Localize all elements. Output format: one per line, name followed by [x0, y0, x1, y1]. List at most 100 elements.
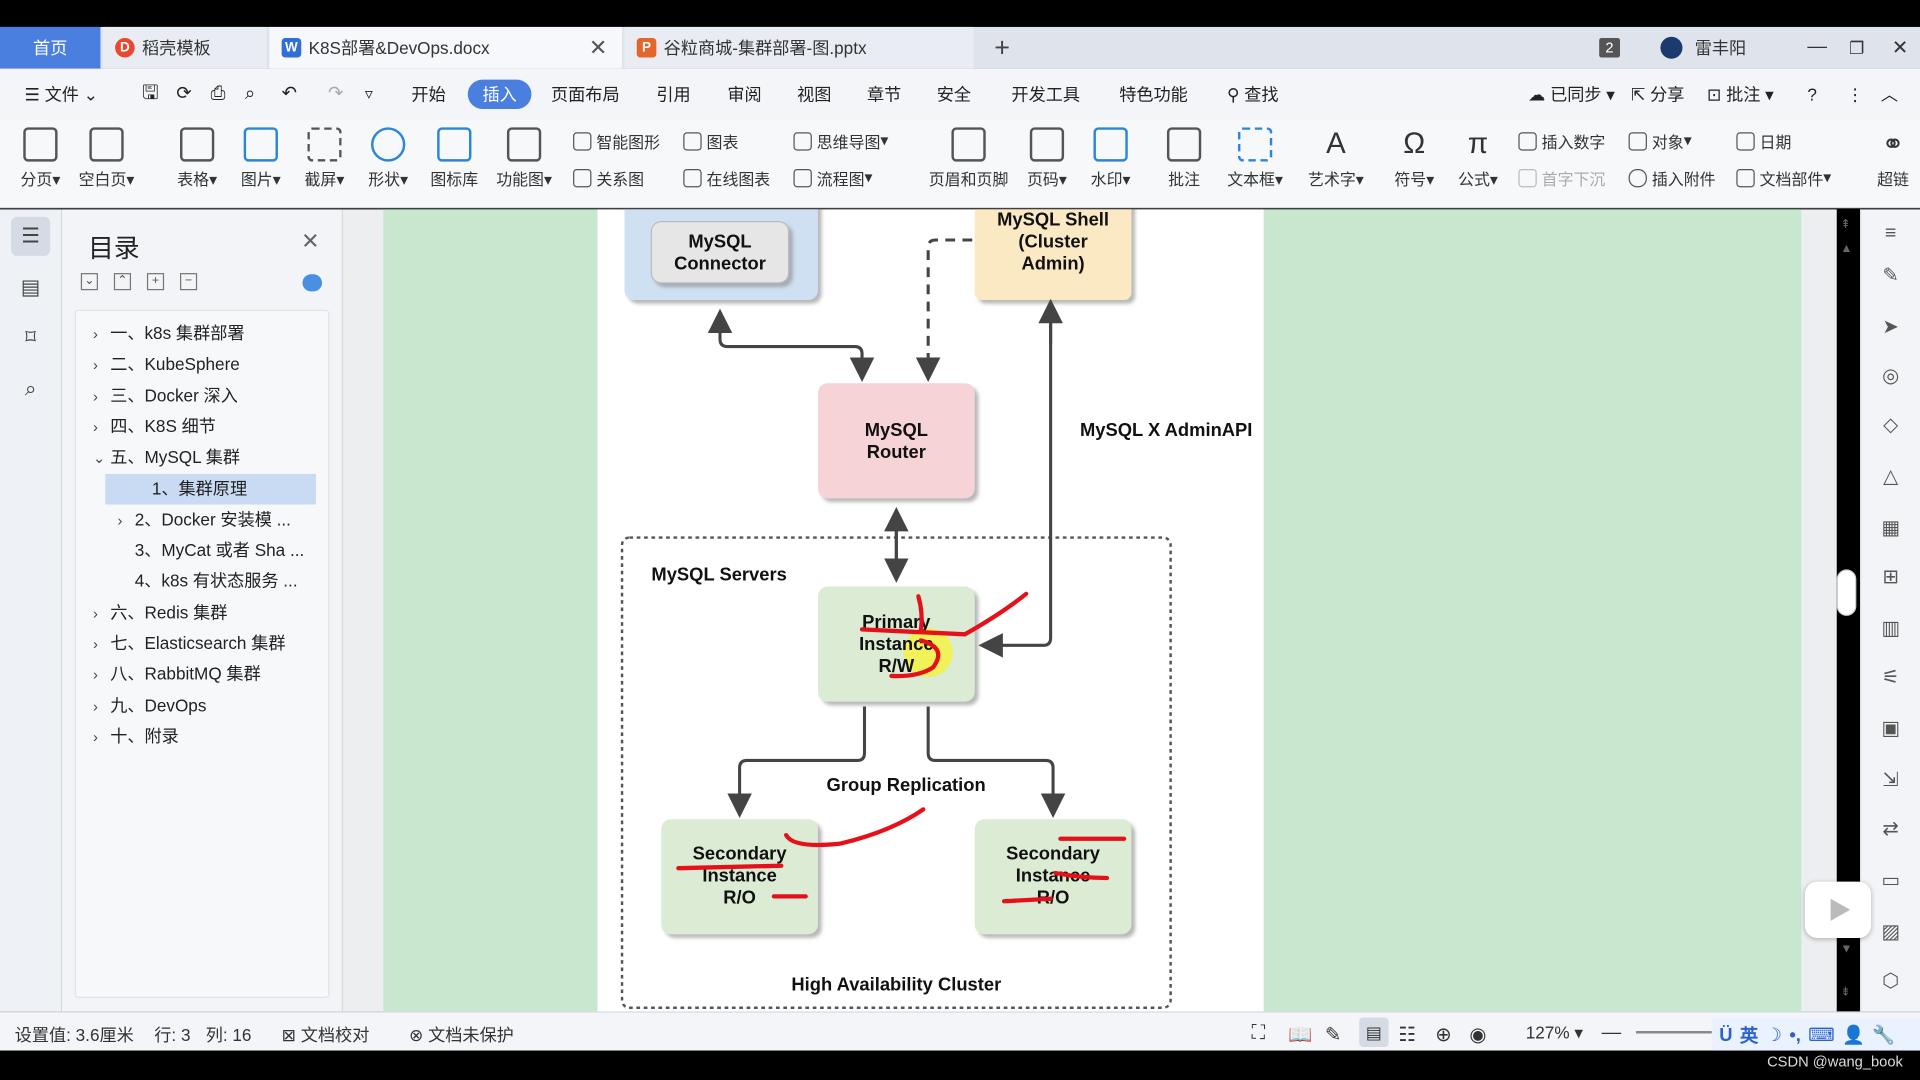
- eye-protect-icon[interactable]: ◉: [1469, 1022, 1486, 1046]
- chevron-right-icon[interactable]: ›: [93, 598, 110, 627]
- input-method-bar[interactable]: Ü 英 ☽ •, ⌨ 👤 🔧: [1711, 1018, 1920, 1051]
- collapse-all-icon[interactable]: ⌄: [80, 273, 98, 291]
- panel-menu-icon[interactable]: ≡: [1878, 222, 1902, 246]
- table-tool-icon[interactable]: ▦: [1878, 516, 1902, 540]
- expand-up-icon[interactable]: ⌃: [113, 273, 132, 291]
- watermark-button[interactable]: 水印▾: [1080, 125, 1141, 190]
- remove-heading-icon[interactable]: −: [180, 273, 198, 291]
- date-button[interactable]: 日期: [1736, 127, 1791, 154]
- insert-number-button[interactable]: 插入数字: [1518, 127, 1605, 154]
- find-icon[interactable]: ⌕: [11, 370, 50, 409]
- restore-icon[interactable]: ❐: [1849, 27, 1864, 69]
- toc-sync-toggle[interactable]: [302, 274, 323, 292]
- toc-item[interactable]: › 八、RabbitMQ 集群: [76, 659, 328, 690]
- icon-library-button[interactable]: 图标库: [424, 125, 485, 190]
- chart-tool-icon[interactable]: ▥: [1878, 616, 1902, 640]
- page-view-icon[interactable]: ▤: [1359, 1017, 1389, 1047]
- chevron-right-icon[interactable]: ›: [93, 660, 110, 689]
- pen-icon[interactable]: ✎: [1878, 263, 1902, 287]
- close-tab-icon[interactable]: ✕: [589, 35, 607, 61]
- tab-pptx[interactable]: P 谷粒商城-集群部署-图.pptx: [624, 26, 974, 69]
- customize-icon[interactable]: ▿: [358, 80, 381, 109]
- scroll-top-icon[interactable]: ⇞: [1840, 218, 1850, 231]
- window-count-badge[interactable]: 2: [1599, 27, 1620, 69]
- screenshot-button[interactable]: 截屏▾: [294, 125, 355, 190]
- print-preview-icon[interactable]: ⌕: [238, 80, 263, 109]
- picture-button[interactable]: 图片▾: [230, 125, 291, 190]
- export-icon[interactable]: ⇲: [1878, 768, 1902, 792]
- file-menu[interactable]: ☰ 文件 ⌄: [17, 80, 105, 109]
- web-view-icon[interactable]: ⊕: [1435, 1022, 1451, 1046]
- write-mode-icon[interactable]: ✎: [1325, 1022, 1341, 1046]
- style-icon[interactable]: ◎: [1878, 364, 1902, 388]
- tab-home[interactable]: 首页: [0, 26, 101, 69]
- object-button[interactable]: 对象 ▾: [1628, 127, 1692, 154]
- fullscreen-icon[interactable]: ⛶: [1251, 1022, 1265, 1044]
- toc-item[interactable]: 1、集群原理: [105, 473, 316, 504]
- chart-button[interactable]: 图表: [683, 127, 738, 154]
- tab-k8s-docx[interactable]: W K8S部署&DevOps.docx ✕: [269, 26, 623, 69]
- toc-item[interactable]: › 三、Docker 深入: [76, 380, 328, 411]
- page-break-button[interactable]: 分页▾: [10, 125, 71, 190]
- menu-references[interactable]: 引用: [649, 80, 698, 109]
- apps-icon[interactable]: ⊞: [1878, 564, 1902, 588]
- chevron-down-icon[interactable]: ⌄: [93, 443, 110, 472]
- smart-graphic-button[interactable]: 智能图形: [573, 127, 660, 154]
- toc-item[interactable]: › 一、k8s 集群部署: [76, 318, 328, 349]
- search-button[interactable]: ⚲ 查找: [1220, 80, 1286, 109]
- symbol-button[interactable]: Ω 符号▾: [1384, 125, 1445, 190]
- undo-icon[interactable]: ↶: [274, 80, 304, 109]
- textbox-button[interactable]: 文本框▾: [1225, 125, 1286, 190]
- mysql-innodb-cluster-diagram[interactable]: MySQL Connector MySQL Shell (Cluster Adm…: [598, 209, 1264, 1011]
- close-icon[interactable]: ✕: [301, 229, 319, 255]
- menu-view[interactable]: 视图: [790, 80, 839, 109]
- share-button[interactable]: ⇱ 分享: [1624, 80, 1692, 109]
- settings-sliders-icon[interactable]: ⚟: [1878, 665, 1902, 689]
- toc-item[interactable]: ⌄ 五、MySQL 集群: [76, 442, 328, 473]
- chevron-right-icon[interactable]: ›: [93, 382, 110, 411]
- menu-features[interactable]: 特色功能: [1112, 80, 1195, 109]
- menu-security[interactable]: 安全: [929, 80, 978, 109]
- menu-developer[interactable]: 开发工具: [1004, 80, 1087, 109]
- print-icon[interactable]: ⎙: [203, 80, 232, 109]
- bookmark-icon[interactable]: ⌑: [11, 318, 50, 357]
- scroll-down-icon[interactable]: ▼: [1840, 943, 1852, 956]
- hyperlink-button[interactable]: ⚭ 超链: [1869, 125, 1918, 190]
- chevron-right-icon[interactable]: ›: [93, 413, 110, 442]
- page-thumbnail-icon[interactable]: ▤: [11, 268, 50, 307]
- formula-button[interactable]: π 公式▾: [1447, 125, 1508, 190]
- chevron-right-icon[interactable]: ›: [93, 320, 110, 349]
- function-chart-button[interactable]: 功能图▾: [493, 125, 554, 190]
- picture-tool-icon[interactable]: ▨: [1878, 920, 1902, 944]
- toc-item[interactable]: › 七、Elasticsearch 集群: [76, 628, 328, 659]
- doc-parts-button[interactable]: 文档部件 ▾: [1736, 164, 1831, 191]
- minimize-icon[interactable]: —: [1807, 27, 1827, 69]
- blank-page-button[interactable]: 空白页▾: [76, 125, 137, 190]
- online-chart-button[interactable]: 在线图表: [683, 164, 770, 191]
- flowchart-button[interactable]: 流程图 ▾: [793, 164, 873, 191]
- wordart-button[interactable]: A 艺术字▾: [1305, 125, 1366, 190]
- toc-list-icon[interactable]: ☰: [11, 216, 51, 256]
- toc-item[interactable]: › 四、K8S 细节: [76, 411, 328, 442]
- protection-status[interactable]: ⊗ 文档未保护: [409, 1022, 514, 1046]
- tab-docer-template[interactable]: D 稻壳模板: [102, 26, 267, 69]
- toc-item[interactable]: 3、MyCat 或者 Sha ...: [76, 535, 328, 566]
- menu-page-layout[interactable]: 页面布局: [544, 80, 627, 109]
- toc-item[interactable]: › 九、DevOps: [76, 690, 328, 721]
- table-button[interactable]: 表格▾: [167, 125, 228, 190]
- chevron-right-icon[interactable]: ›: [118, 505, 135, 534]
- drop-cap-button[interactable]: 首字下沉: [1518, 164, 1605, 191]
- chevron-right-icon[interactable]: ›: [93, 629, 110, 658]
- outline-view-icon[interactable]: ☷: [1398, 1022, 1416, 1046]
- floating-play-button[interactable]: [1804, 881, 1872, 938]
- menu-insert[interactable]: 插入: [467, 79, 532, 109]
- save-icon[interactable]: 🖫: [135, 80, 166, 109]
- comment-button[interactable]: 批注: [1153, 125, 1214, 190]
- relation-chart-button[interactable]: 关系图: [573, 164, 644, 191]
- scroll-up-icon[interactable]: ▲: [1840, 242, 1852, 255]
- collapse-ribbon-icon[interactable]: ︿: [1873, 80, 1905, 109]
- comment-menu-button[interactable]: ⊡ 批注 ▾: [1700, 80, 1781, 109]
- archive-icon[interactable]: ▭: [1878, 868, 1902, 892]
- shield-icon[interactable]: ⬡: [1878, 969, 1902, 993]
- zoom-slider[interactable]: [1635, 1031, 1712, 1034]
